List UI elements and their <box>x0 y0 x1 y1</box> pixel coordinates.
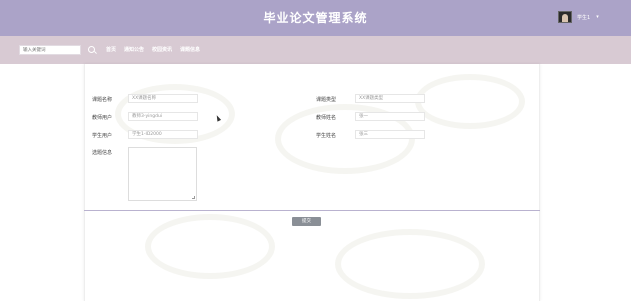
main-nav: 首页 通知公告 校园资讯 课题信息 <box>106 46 208 53</box>
course-name-label: 课题名称 <box>92 97 113 103</box>
course-name-field[interactable]: XX课题名称 <box>128 94 198 103</box>
course-type-label: 课题类型 <box>316 97 337 103</box>
chevron-down-icon[interactable]: ▾ <box>596 14 599 20</box>
nav-item-topics[interactable]: 课题信息 <box>180 46 200 53</box>
student-user-field[interactable]: 学生1-ID2000 <box>128 130 198 139</box>
site-title: 毕业论文管理系统 <box>263 11 368 25</box>
nav-item-news[interactable]: 校园资讯 <box>152 46 172 53</box>
topic-info-label: 选题信息 <box>92 150 113 156</box>
course-type-field[interactable]: XX课题类型 <box>355 94 425 103</box>
background-pattern <box>415 74 525 129</box>
submit-button[interactable]: 提交 <box>292 217 321 226</box>
background-pattern <box>335 229 485 299</box>
student-name-label: 学生姓名 <box>316 133 337 139</box>
search-icon[interactable] <box>88 46 95 53</box>
student-name-field[interactable]: 张三 <box>355 130 425 139</box>
app-header: 毕业论文管理系统 学生1 ▾ <box>0 0 631 36</box>
nav-item-notices[interactable]: 通知公告 <box>124 46 144 53</box>
student-user-label: 学生用户 <box>92 133 113 139</box>
avatar[interactable] <box>558 11 572 23</box>
nav-item-home[interactable]: 首页 <box>106 46 116 53</box>
user-menu[interactable]: 学生1 ▾ <box>558 8 599 26</box>
teacher-name-field[interactable]: 张一 <box>355 112 425 121</box>
search-input[interactable] <box>19 45 81 55</box>
background-pattern <box>145 214 275 279</box>
user-name[interactable]: 学生1 <box>577 14 590 21</box>
teacher-user-label: 教师用户 <box>92 115 113 121</box>
teacher-name-label: 教师姓名 <box>316 115 337 121</box>
resize-handle-icon[interactable] <box>192 196 195 199</box>
form-divider <box>84 210 540 211</box>
teacher-user-field[interactable]: 教师3-yingdui <box>128 112 198 121</box>
topic-info-textarea[interactable] <box>128 147 197 201</box>
